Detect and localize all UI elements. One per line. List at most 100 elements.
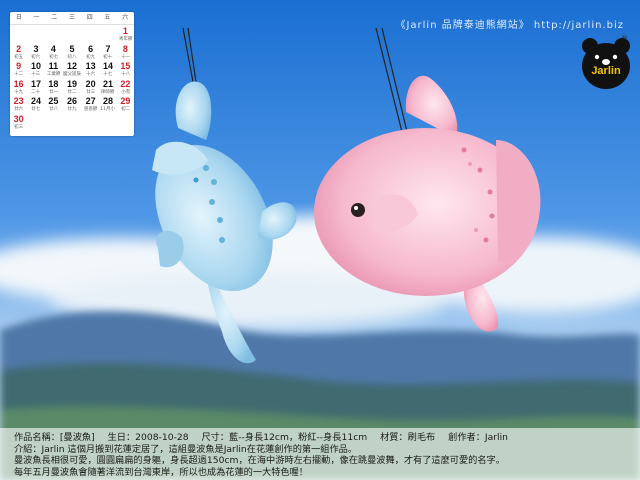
lunar-date: 國父誕辰 <box>62 71 81 77</box>
site-watermark: 《Jarlin 品牌泰迪熊網站》 http://jarlin.biz <box>395 20 624 31</box>
day-number: 23 <box>13 96 24 106</box>
calendar-day <box>10 25 27 43</box>
calendar-day: 15 十八 <box>117 60 134 78</box>
calendar-day: 26 廿九 <box>62 95 82 113</box>
lunar-date: 感恩節 <box>83 106 98 112</box>
day-number: 6 <box>88 43 94 54</box>
calendar-day: 28 11月小 <box>99 95 116 113</box>
day-number: 25 <box>48 96 59 106</box>
day-number: 2 <box>16 43 22 54</box>
calendar-day: 25 廿八 <box>45 95 62 113</box>
calendar-day: 20 廿三 <box>82 78 99 96</box>
day-number: 22 <box>120 78 131 89</box>
calendar: 日 一 二 三 四 五 六 1 青年節 2 初五 3 初六 4 初七 5 初八 6 初九 7 初十 8 十一 9… <box>10 12 134 136</box>
day-number: 24 <box>30 96 41 106</box>
lunar-date: 十七 <box>103 71 113 77</box>
day-number: 28 <box>102 96 113 106</box>
calendar-day: 10 十三 <box>27 60 44 78</box>
lunar-date: 二十 <box>31 88 41 95</box>
day-number: 5 <box>69 43 75 54</box>
day-number: 12 <box>66 61 77 71</box>
calendar-day: 14 十七 <box>99 60 116 78</box>
lunar-date: 初八 <box>67 53 77 60</box>
lunar-date: 初九 <box>86 53 96 60</box>
lunar-date: 廿一 <box>48 88 58 95</box>
registered-mark: ® <box>621 34 628 42</box>
lunar-date: 廿六 <box>14 106 24 112</box>
artwork-creator: 創作者：Jarlin <box>448 432 508 443</box>
day-number: 1 <box>122 26 128 36</box>
day-number: 13 <box>85 61 96 71</box>
calendar-day <box>27 25 44 43</box>
artwork-description: 曼波魚長相很可愛，圓圓扁扁的身軀，身長超過150cm，在海中游時左右擺動，像在跳… <box>14 455 505 466</box>
calendar-day: 17 二十 <box>27 78 44 96</box>
day-number <box>27 25 44 26</box>
calendar-weekdays: 日 一 二 三 四 五 六 <box>10 12 134 25</box>
calendar-day: 3 初六 <box>27 43 44 61</box>
lunar-date: 小雪 <box>120 88 130 95</box>
calendar-day: 16 十九 <box>10 78 27 96</box>
lunar-date: 初十 <box>103 53 113 60</box>
artwork-note: 每年五月曼波魚會隨著洋流到台灣東岸，所以也成為花蓮的一大特色喔！ <box>14 466 308 478</box>
day-number: 4 <box>50 43 56 54</box>
day-number: 15 <box>120 61 131 71</box>
logo-text: Jarlin <box>591 65 621 77</box>
weekday-label: 六 <box>122 14 129 21</box>
day-number: 18 <box>48 78 59 89</box>
lunar-date: 廿七 <box>31 106 41 112</box>
calendar-day: 7 初十 <box>99 43 116 61</box>
calendar-day: 8 十一 <box>117 43 134 61</box>
day-number: 26 <box>66 96 77 106</box>
calendar-day: 5 初八 <box>62 43 82 61</box>
day-number: 16 <box>13 78 24 89</box>
day-number: 20 <box>85 78 96 89</box>
lunar-date: 十三 <box>31 71 41 77</box>
calendar-day <box>62 25 82 43</box>
calendar-day: 12 國父誕辰 <box>62 60 82 78</box>
lunar-date: 工業節 <box>46 71 61 77</box>
lunar-date: 十六 <box>86 71 96 77</box>
calendar-day: 23 廿六 <box>10 95 27 113</box>
day-number: 19 <box>66 78 77 89</box>
calendar-day: 11 工業節 <box>45 60 62 78</box>
lunar-date: 十九 <box>14 88 24 95</box>
lunar-date: 初七 <box>48 53 58 60</box>
lunar-date: 青年節 <box>118 36 133 42</box>
weekday-label: 日 <box>15 14 22 21</box>
day-number: 17 <box>30 78 41 89</box>
artwork-intro: 介紹：Jarlin 這個月搬到花蓮定居了，這組曼波魚是Jarlin在花蓮創作的第… <box>14 443 358 455</box>
lunar-date: 初六 <box>31 53 41 60</box>
calendar-day: 29 初二 <box>117 95 134 113</box>
weekday-label: 四 <box>86 14 93 21</box>
day-number: 30 <box>13 113 24 124</box>
weekday-label: 三 <box>68 14 75 21</box>
lunar-date: 十八 <box>120 71 130 77</box>
calendar-day <box>45 25 62 43</box>
lunar-date: 初五 <box>14 53 24 60</box>
lunar-date: 廿二 <box>67 88 77 95</box>
artwork-birthday: 生日：2008-10-28 <box>107 432 189 443</box>
artwork-material: 材質：刷毛布 <box>380 432 436 443</box>
lunar-date: 廿八 <box>48 106 58 112</box>
calendar-day: 4 初七 <box>45 43 62 61</box>
day-number: 9 <box>16 61 22 71</box>
lunar-date: 廿九 <box>67 106 77 112</box>
calendar-day: 22 小雪 <box>117 78 134 96</box>
calendar-day: 13 十六 <box>82 60 99 78</box>
lunar-date: 11月小 <box>100 106 116 112</box>
calendar-day: 27 感恩節 <box>82 95 99 113</box>
day-number <box>45 25 62 26</box>
day-number: 29 <box>120 96 131 106</box>
lunar-date: 廿三 <box>86 88 96 95</box>
lunar-date: 十二 <box>14 71 24 77</box>
calendar-day: 1 青年節 <box>117 25 134 43</box>
lunar-date: 十一 <box>120 53 130 60</box>
bear-icon <box>582 38 630 89</box>
day-number: 11 <box>48 61 59 71</box>
weekday-label: 二 <box>51 14 58 21</box>
calendar-day: 9 十二 <box>10 60 27 78</box>
day-number: 8 <box>122 43 128 54</box>
lunar-date: 律師節 <box>101 88 115 95</box>
calendar-grid: 1 青年節 2 初五 3 初六 4 初七 5 初八 6 初九 7 初十 8 十一 9 十二 10 十三 11 工業節 12 國… <box>10 25 134 130</box>
calendar-day: 18 廿一 <box>45 78 62 96</box>
